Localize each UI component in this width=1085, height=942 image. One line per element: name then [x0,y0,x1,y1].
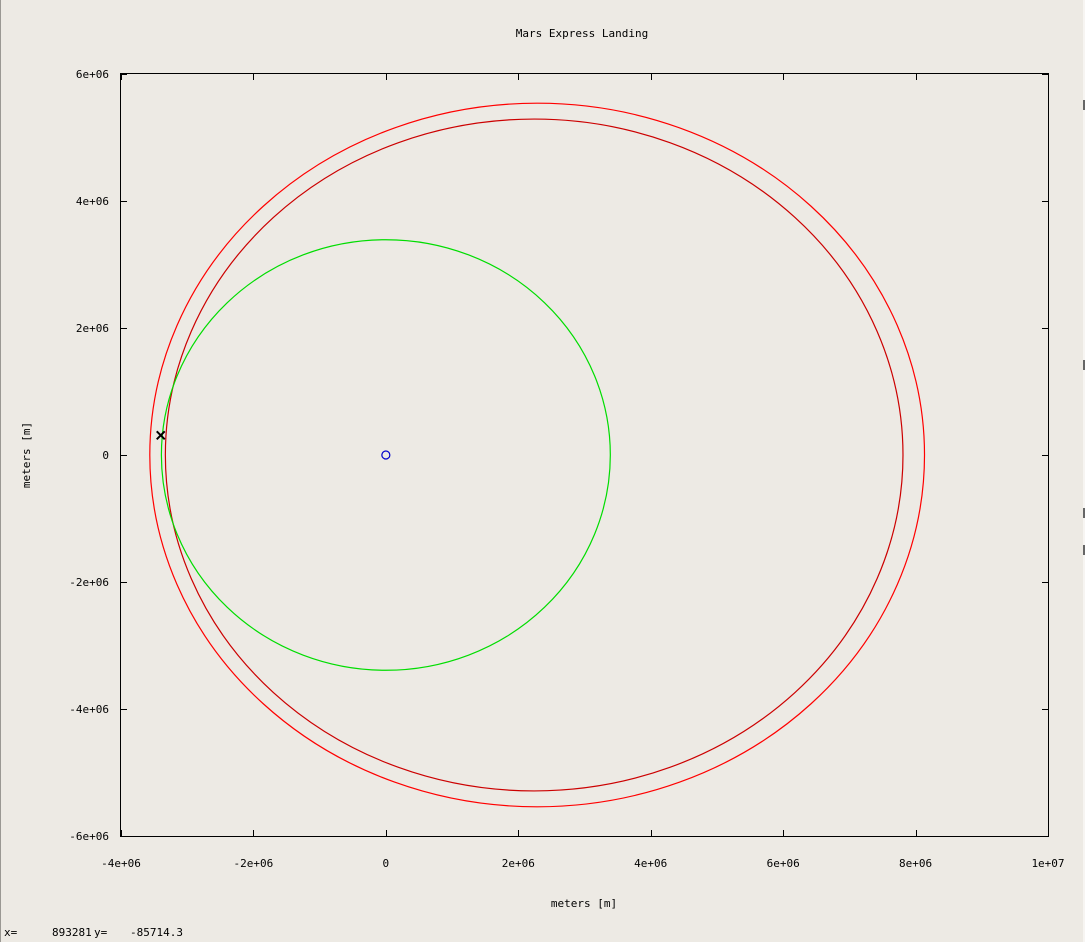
y-tick-label: -2e+06 [69,576,109,589]
x-coord-label: x= [4,926,18,939]
y-tick-label: 6e+06 [76,68,109,81]
y-tick-label: -6e+06 [69,830,109,843]
curves-layer [149,102,926,808]
coordinate-status-bar: x= 893281 y= -85714.3 [0,924,1085,942]
y-tick-label: -4e+06 [69,703,109,716]
x-tick-label: 6e+06 [767,857,800,870]
y-coord-label: y= [94,926,108,939]
x-tick-label: 4e+06 [634,857,667,870]
y-tick-label: 2e+06 [76,322,109,335]
plot-frame [120,73,1049,837]
x-tick-label: 1e+07 [1031,857,1064,870]
markers-layer [156,430,391,460]
x-tick-label: 8e+06 [899,857,932,870]
plot-area[interactable]: Mars Express Landing -4e+06 -2e+06 0 2e+06 4… [0,0,1085,942]
orbit-series-2 [160,239,611,671]
lander-cross-marker [156,430,166,441]
y-coord-value: -85714.3 [130,926,183,939]
x-tick-label: -2e+06 [234,857,274,870]
y-tick-label: 4e+06 [76,195,109,208]
y-axis-label: meters [m] [20,422,33,488]
y-tick-label: 0 [102,449,109,462]
tick-labels-layer: -4e+06 -2e+06 0 2e+06 4e+06 6e+06 8e+06 1e+07 -6… [69,68,1064,870]
x-axis-label: meters [m] [551,897,617,910]
orbit-series-0 [149,102,926,808]
x-coord-value: 893281 [52,926,92,939]
x-tick-label: 0 [383,857,390,870]
planet-center-marker [381,450,391,460]
ticks-layer [121,74,1049,837]
x-tick-label: 2e+06 [502,857,535,870]
x-tick-label: -4e+06 [101,857,141,870]
orbit-series-1 [164,118,904,792]
chart-title: Mars Express Landing [516,27,648,40]
